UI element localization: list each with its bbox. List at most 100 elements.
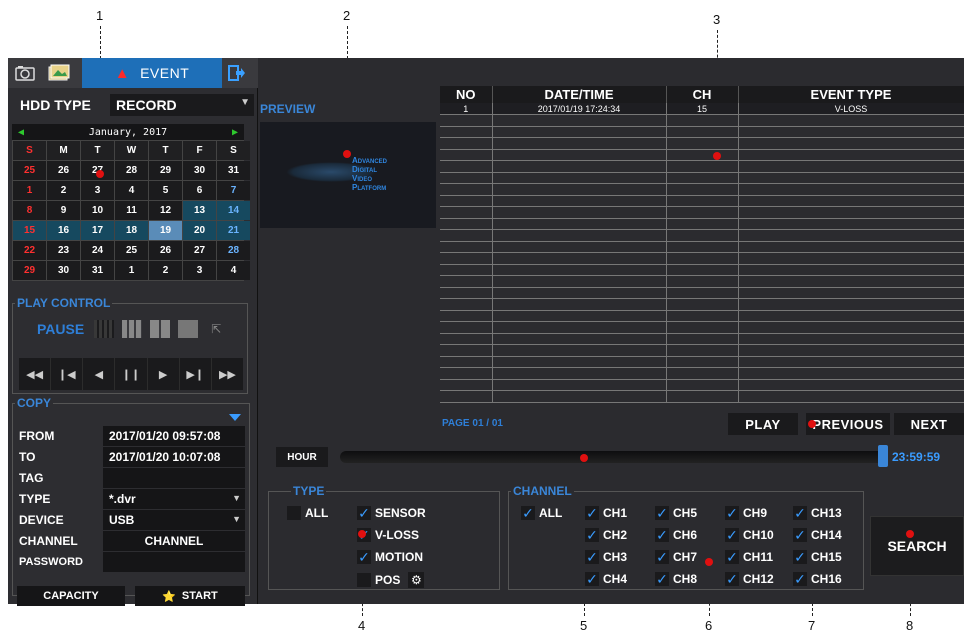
table-row[interactable] [440, 137, 964, 150]
table-row[interactable] [440, 172, 964, 184]
hdd-type-select[interactable]: RECORD ▼ [110, 94, 254, 116]
col-header-no[interactable]: NO [440, 86, 493, 103]
copy-type-select[interactable]: *.dvr ▼ [103, 489, 245, 509]
channel-checkbox[interactable]: ✓ CH13 [793, 506, 842, 520]
calendar-day[interactable]: 27 [183, 241, 216, 260]
channel-checkbox[interactable]: ✓ CH8 [655, 572, 697, 586]
calendar-day[interactable]: 10 [81, 201, 114, 220]
fast-forward-icon[interactable]: ▶▶ [212, 358, 243, 390]
calendar-day[interactable]: 28 [115, 161, 148, 180]
channel-checkbox[interactable]: ✓ CH10 [725, 528, 774, 542]
split-16-icon[interactable] [94, 320, 115, 338]
table-row[interactable] [440, 149, 964, 161]
calendar-day[interactable]: 3 [81, 181, 114, 200]
calendar-day[interactable]: 9 [47, 201, 80, 220]
calendar-day[interactable]: 26 [47, 161, 80, 180]
table-row[interactable] [440, 114, 964, 127]
calendar-day[interactable]: 15 [13, 221, 46, 240]
calendar-day[interactable]: 8 [13, 201, 46, 220]
chevron-down-icon[interactable] [229, 414, 241, 421]
table-row[interactable] [440, 218, 964, 230]
table-row[interactable] [440, 356, 964, 368]
channel-checkbox[interactable]: ✓ CH4 [585, 572, 627, 586]
calendar-day[interactable]: 18 [115, 221, 148, 240]
col-header-datetime[interactable]: DATE/TIME [492, 86, 667, 103]
calendar-day[interactable]: 12 [149, 201, 182, 220]
table-row[interactable] [440, 367, 964, 380]
copy-channel-button[interactable]: CHANNEL [103, 531, 245, 551]
calendar-day[interactable]: 29 [149, 161, 182, 180]
calendar-day[interactable]: 17 [81, 221, 114, 240]
table-row[interactable] [440, 195, 964, 207]
type-pos-checkbox[interactable]: POS ⚙ [357, 572, 425, 588]
calendar-day[interactable]: 1 [115, 261, 148, 280]
table-row[interactable] [440, 206, 964, 219]
table-row[interactable] [440, 275, 964, 288]
calendar-day[interactable]: 29 [13, 261, 46, 280]
calendar-day[interactable]: 7 [217, 181, 250, 200]
prev-month-icon[interactable]: ◀ [18, 127, 24, 138]
calendar-day[interactable]: 22 [13, 241, 46, 260]
next-month-icon[interactable]: ▶ [232, 127, 238, 138]
gear-icon[interactable]: ⚙ [408, 572, 425, 588]
calendar-day[interactable]: 5 [149, 181, 182, 200]
channel-all-checkbox[interactable]: ✓ ALL [521, 506, 562, 520]
table-row[interactable] [440, 310, 964, 322]
channel-checkbox[interactable]: ✓ CH11 [725, 550, 773, 564]
preview-pane[interactable]: Advanced Digital Video Platform [260, 122, 436, 228]
calendar-day[interactable]: 11 [115, 201, 148, 220]
table-row[interactable] [440, 183, 964, 196]
channel-checkbox[interactable]: ✓ CH14 [793, 528, 842, 542]
channel-checkbox[interactable]: ✓ CH9 [725, 506, 767, 520]
timeline-thumb[interactable] [878, 445, 888, 467]
calendar-day[interactable]: 31 [81, 261, 114, 280]
calendar-day[interactable]: 30 [47, 261, 80, 280]
fullscreen-icon[interactable]: ⇱ [206, 320, 226, 338]
calendar-day[interactable]: 2 [149, 261, 182, 280]
table-row[interactable] [440, 344, 964, 357]
type-all-checkbox[interactable]: ALL [287, 506, 328, 520]
pause-icon[interactable]: ❙❙ [115, 358, 148, 390]
copy-device-select[interactable]: USB ▼ [103, 510, 245, 530]
table-row[interactable] [440, 160, 964, 173]
copy-tag-field[interactable] [103, 468, 245, 488]
split-9-icon[interactable] [122, 320, 143, 338]
type-sensor-checkbox[interactable]: ✓ SENSOR [357, 506, 426, 520]
calendar-day[interactable]: 14 [217, 201, 250, 220]
channel-checkbox[interactable]: ✓ CH1 [585, 506, 627, 520]
table-row[interactable] [440, 126, 964, 138]
calendar-day[interactable]: 24 [81, 241, 114, 260]
play-button[interactable]: PLAY [728, 413, 798, 435]
timeline-track[interactable] [340, 451, 884, 463]
channel-checkbox[interactable]: ✓ CH12 [725, 572, 774, 586]
channel-checkbox[interactable]: ✓ CH6 [655, 528, 697, 542]
calendar-day[interactable]: 31 [217, 161, 250, 180]
search-button[interactable]: SEARCH [870, 516, 964, 576]
table-row[interactable] [440, 264, 964, 276]
calendar-day[interactable]: 13 [183, 201, 216, 220]
table-row[interactable] [440, 333, 964, 345]
pause-label[interactable]: PAUSE [37, 321, 84, 337]
hour-button[interactable]: HOUR [276, 447, 328, 467]
calendar-day[interactable]: 26 [149, 241, 182, 260]
calendar-day[interactable]: 30 [183, 161, 216, 180]
previous-button[interactable]: PREVIOUS [806, 413, 890, 435]
next-button[interactable]: NEXT [894, 413, 964, 435]
table-row[interactable] [440, 229, 964, 242]
calendar-day[interactable]: 16 [47, 221, 80, 240]
calendar-day[interactable]: 2 [47, 181, 80, 200]
table-row[interactable]: 1 2017/01/19 17:24:34 15 V-LOSS [440, 103, 964, 115]
type-vloss-checkbox[interactable]: ✓ V-LOSS [357, 528, 419, 542]
channel-checkbox[interactable]: ✓ CH3 [585, 550, 627, 564]
calendar-day[interactable]: 1 [13, 181, 46, 200]
channel-checkbox[interactable]: ✓ CH2 [585, 528, 627, 542]
copy-to-field[interactable]: 2017/01/20 10:07:08 [103, 447, 245, 467]
calendar-day[interactable]: 28 [217, 241, 250, 260]
table-row[interactable] [440, 287, 964, 299]
capacity-button[interactable]: CAPACITY [17, 586, 125, 606]
table-row[interactable] [440, 390, 964, 403]
table-row[interactable] [440, 321, 964, 334]
calendar-day[interactable]: 25 [115, 241, 148, 260]
calendar-day[interactable]: 6 [183, 181, 216, 200]
event-tab[interactable]: ▲ EVENT [82, 58, 222, 88]
